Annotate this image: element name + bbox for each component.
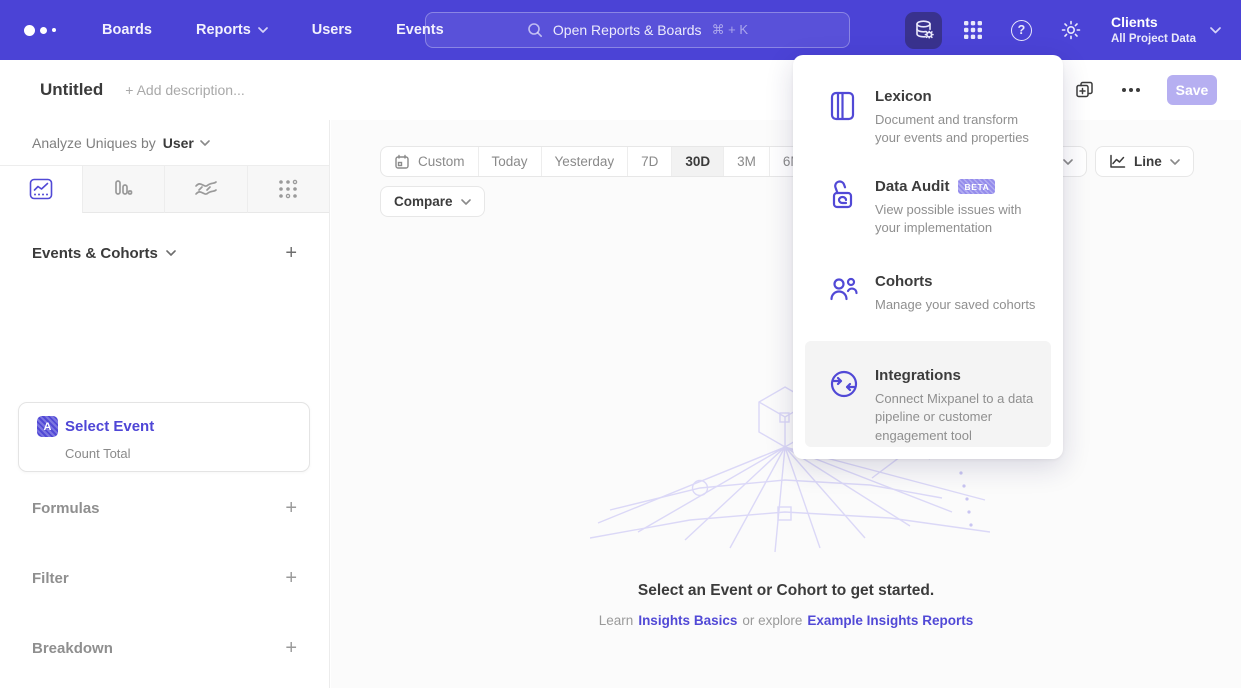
project-switcher[interactable]: Clients All Project Data: [1111, 13, 1221, 46]
learn-text: Learn: [599, 613, 634, 628]
dot-grid-icon: [277, 178, 299, 200]
tab-bar-chart[interactable]: [82, 166, 165, 213]
count-total-label[interactable]: Count Total: [65, 446, 131, 461]
copy-plus-icon: [1074, 80, 1095, 101]
nav-item-users[interactable]: Users: [312, 22, 352, 38]
date-range-custom[interactable]: Custom: [381, 147, 478, 176]
event-badge: A: [37, 416, 58, 437]
cohorts-icon: [829, 275, 859, 303]
gear-icon: [1060, 19, 1082, 41]
filter-label: Filter: [32, 570, 69, 587]
report-title[interactable]: Untitled: [40, 80, 103, 100]
events-cohorts-label[interactable]: Events & Cohorts: [32, 245, 176, 262]
tab-metrics-grid[interactable]: [247, 166, 330, 213]
date-range-30d[interactable]: 30D: [671, 147, 723, 176]
bar-chart-icon: [112, 178, 134, 200]
stacked-area-icon: [194, 178, 218, 200]
line-chart-icon: [1109, 154, 1126, 169]
compare-button[interactable]: Compare: [380, 186, 485, 217]
integrations-icon: [829, 369, 859, 399]
apps-grid-button[interactable]: [954, 12, 991, 49]
chevron-down-icon: [1170, 159, 1180, 165]
date-range-yesterday[interactable]: Yesterday: [541, 147, 628, 176]
date-range-control: Custom Today Yesterday 7D 30D 3M 6M: [380, 146, 816, 177]
global-search-input[interactable]: Open Reports & Boards ⌘ + K: [425, 12, 850, 48]
nav-right: ? Clients All Project Data: [905, 0, 1241, 60]
data-management-button[interactable]: [905, 12, 942, 49]
tab-line-chart[interactable]: [0, 166, 82, 213]
or-explore-text: or explore: [742, 613, 802, 628]
menu-item-integrations[interactable]: Integrations Connect Mixpanel to a data …: [793, 367, 1063, 445]
search-placeholder: Open Reports & Boards: [553, 22, 702, 38]
chevron-down-icon: [258, 27, 268, 33]
chevron-down-icon: [1063, 159, 1073, 165]
add-breakdown-button[interactable]: +: [285, 638, 297, 658]
help-button[interactable]: ?: [1003, 12, 1040, 49]
nav-item-reports[interactable]: Reports: [196, 22, 268, 38]
line-chart-icon: [29, 178, 53, 200]
menu-item-lexicon[interactable]: Lexicon Document and transform your even…: [793, 88, 1063, 148]
empty-state-subtitle: Learn Insights Basics or explore Example…: [331, 613, 1241, 628]
chevron-down-icon: [1210, 27, 1221, 34]
menu-item-cohorts[interactable]: Cohorts Manage your saved cohorts: [793, 273, 1063, 314]
mixpanel-logo-icon[interactable]: [24, 25, 66, 36]
settings-button[interactable]: [1052, 12, 1089, 49]
select-event-label[interactable]: Select Event: [65, 418, 154, 435]
search-shortcut: ⌘ + K: [712, 22, 749, 38]
chevron-down-icon: [461, 199, 471, 205]
grid-icon: [962, 19, 984, 41]
data-management-dropdown: Lexicon Document and transform your even…: [793, 55, 1063, 459]
breakdown-label: Breakdown: [32, 640, 113, 657]
top-navbar: Boards Reports Users Events Open Reports…: [0, 0, 1241, 60]
lexicon-icon: [829, 90, 857, 122]
tab-stacked-chart[interactable]: [164, 166, 247, 213]
events-cohorts-section: Events & Cohorts +: [0, 243, 329, 263]
chart-type-dropdown[interactable]: Line: [1095, 146, 1194, 177]
add-formula-button[interactable]: +: [285, 498, 297, 518]
add-filter-button[interactable]: +: [285, 568, 297, 588]
nav-item-boards[interactable]: Boards: [102, 22, 152, 38]
query-builder-sidebar: Analyze Uniques by User: [0, 120, 330, 688]
menu-item-data-audit[interactable]: Data Audit BETA View possible issues wit…: [793, 178, 1063, 238]
date-range-3m[interactable]: 3M: [723, 147, 769, 176]
chart-canvas-area: Custom Today Yesterday 7D 30D 3M 6M Comp…: [331, 120, 1241, 688]
breakdown-section: Breakdown +: [0, 638, 329, 658]
visualization-tabs: [0, 165, 329, 213]
project-name: Clients: [1111, 13, 1196, 31]
calendar-icon: [394, 154, 410, 170]
filter-section: Filter +: [0, 568, 329, 588]
database-gear-icon: [912, 18, 936, 42]
insights-basics-link[interactable]: Insights Basics: [638, 613, 737, 628]
analyze-label: Analyze Uniques by: [32, 135, 156, 151]
ellipsis-icon: [1121, 87, 1141, 93]
search-icon: [527, 22, 543, 38]
date-range-today[interactable]: Today: [478, 147, 541, 176]
project-scope: All Project Data: [1111, 32, 1196, 47]
chevron-down-icon: [166, 250, 176, 256]
save-button[interactable]: Save: [1167, 75, 1217, 105]
example-reports-link[interactable]: Example Insights Reports: [807, 613, 973, 628]
nav-links: Boards Reports Users Events: [102, 22, 444, 38]
beta-badge: BETA: [958, 179, 995, 194]
analyze-value-dropdown[interactable]: User: [163, 135, 210, 151]
event-card[interactable]: A Select Event Count Total: [18, 402, 310, 472]
add-description-field[interactable]: + Add description...: [125, 82, 244, 98]
date-range-7d[interactable]: 7D: [627, 147, 671, 176]
empty-state-title: Select an Event or Cohort to get started…: [331, 582, 1241, 600]
help-icon: ?: [1011, 20, 1032, 41]
formulas-label: Formulas: [32, 500, 100, 517]
add-event-button[interactable]: +: [285, 243, 297, 263]
more-options-button[interactable]: [1121, 87, 1141, 93]
chevron-down-icon: [200, 140, 210, 146]
analyze-row: Analyze Uniques by User: [0, 120, 329, 165]
data-audit-icon: [829, 180, 857, 212]
duplicate-report-button[interactable]: [1074, 80, 1095, 101]
formulas-section: Formulas +: [0, 498, 329, 518]
